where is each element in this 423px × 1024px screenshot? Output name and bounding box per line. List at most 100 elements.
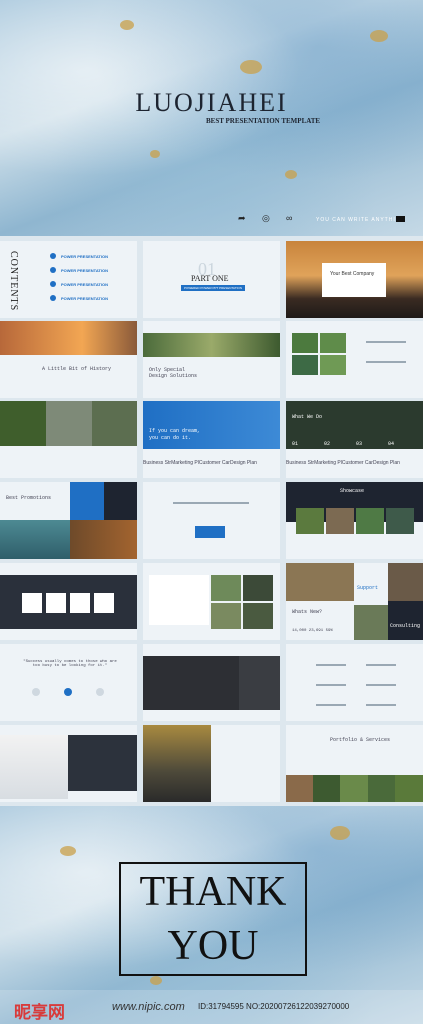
quote-dot — [64, 688, 72, 696]
slide-contents[interactable]: CONTENTS POWER PRESENTATION POWER PRESEN… — [0, 241, 137, 318]
grid-photo — [320, 355, 346, 375]
contents-dot — [50, 281, 56, 287]
whats-new-title: Whats New? — [292, 609, 323, 615]
biz-photo — [243, 603, 273, 629]
gold-fleck — [285, 170, 297, 179]
solutions-title: Only Special Design Solutions — [149, 367, 198, 379]
slide-card-button[interactable] — [143, 482, 280, 559]
text-line — [366, 704, 396, 706]
promotions-title: Best Promotions — [6, 495, 52, 501]
contents-dot — [50, 295, 56, 301]
cover-subtitle: BEST PRESENTATION TEMPLATE — [206, 117, 321, 125]
slide-man-photo[interactable] — [0, 725, 137, 802]
slide-title-grid[interactable] — [286, 644, 423, 721]
text-line — [366, 361, 406, 363]
text-line — [173, 502, 249, 504]
gold-fleck — [150, 150, 160, 158]
target-icon[interactable]: ◎ — [262, 213, 270, 224]
slide-woman-photo[interactable] — [143, 725, 280, 802]
share-icon[interactable]: ➦ — [238, 213, 246, 224]
icon-card — [94, 593, 114, 613]
text-line — [366, 664, 396, 666]
gold-fleck — [370, 30, 388, 42]
slide-dream[interactable]: If you can dream, you can do it. Busines… — [143, 401, 280, 478]
slide-what-we-do[interactable]: What We Do 01 02 03 04 Business StrMarke… — [286, 401, 423, 478]
gold-fleck — [60, 846, 76, 856]
woman-photo — [143, 725, 211, 802]
what-num: 04 — [388, 441, 395, 447]
biz-photo — [211, 575, 241, 601]
cover-title: LUOJIAHEI — [135, 88, 288, 117]
blue-card — [195, 526, 225, 538]
support-photo — [388, 563, 423, 601]
gold-fleck — [120, 20, 134, 30]
man-photo — [0, 735, 68, 799]
slide-showcase[interactable]: Showcase — [286, 482, 423, 559]
watermark-logo: 昵享网 — [14, 1003, 65, 1022]
portfolio-photo — [395, 775, 423, 802]
grid-photo — [292, 333, 318, 353]
slide-quote[interactable]: "Success usually comes to those who are … — [0, 644, 137, 721]
thanks-line1: THANK — [139, 869, 287, 915]
consulting-box — [388, 601, 423, 640]
history-photo — [0, 321, 137, 355]
contents-dot — [50, 253, 56, 259]
slide-dark-cards[interactable] — [0, 563, 137, 640]
solutions-photo — [143, 333, 280, 357]
icon-card — [22, 593, 42, 613]
whats-new-stats: 14,000 23,691 59% — [292, 629, 333, 633]
text-card — [149, 575, 209, 625]
showcase-photo — [296, 508, 324, 534]
gold-fleck — [330, 826, 350, 840]
biz-photo — [243, 575, 273, 601]
watermark-id: ID:31794595 NO:20200726122039270000 — [198, 1002, 350, 1011]
sunset-card — [322, 263, 386, 297]
slide-photo-grid[interactable] — [286, 321, 423, 398]
support-photo — [286, 563, 354, 601]
man-dark-panel — [68, 735, 137, 791]
slide-dark-icons[interactable] — [143, 644, 280, 721]
slide-support[interactable]: Support Whats New? 14,000 23,691 59% Con… — [286, 563, 423, 640]
cover-tagline: YOU CAN WRITE ANYTHING — [316, 217, 406, 223]
promo-photo-tiger — [70, 520, 137, 559]
contents-dot — [50, 267, 56, 273]
strip-photo — [0, 401, 46, 446]
thanks-frame: THANK YOU — [119, 862, 307, 976]
watermark-url: www.nipic.com — [112, 1001, 185, 1013]
what-num: 03 — [356, 441, 363, 447]
quote-dot — [32, 688, 40, 696]
part-caption: POWERED POWER PPT PRESENTATION — [181, 285, 246, 291]
showcase-title: Showcase — [340, 488, 365, 494]
portfolio-photo — [313, 775, 340, 802]
grid-photo — [292, 355, 318, 375]
slide-promotions[interactable]: Best Promotions — [0, 482, 137, 559]
dream-line1: If you can dream, — [149, 428, 201, 434]
dark-photo — [239, 656, 280, 710]
cover-slide: LUOJIAHEI BEST PRESENTATION TEMPLATE ➦ ◎… — [0, 0, 423, 236]
what-panel — [286, 401, 423, 449]
contents-item: POWER PRESENTATION — [61, 254, 108, 259]
showcase-photo — [356, 508, 384, 534]
contents-item: POWER PRESENTATION — [61, 282, 108, 287]
sunset-title: Your Best Company — [330, 271, 375, 277]
slide-business-photos[interactable] — [143, 563, 280, 640]
text-line — [316, 664, 346, 666]
link-icon[interactable]: ∞ — [286, 213, 292, 223]
slide-portfolio[interactable]: Portfolio & Services — [286, 725, 423, 802]
support-photo — [354, 605, 388, 640]
slide-solutions[interactable]: Only Special Design Solutions — [143, 321, 280, 398]
support-title: Support — [357, 585, 379, 591]
what-num: 02 — [324, 441, 331, 447]
part-title: PART ONE — [191, 274, 229, 283]
dream-panel — [143, 401, 280, 449]
slide-sunset[interactable]: Your Best Company — [286, 241, 423, 318]
showcase-photo — [386, 508, 414, 534]
cover-square — [396, 216, 405, 222]
watermark-bar: 昵享网 www.nipic.com ID:31794595 NO:2020072… — [0, 990, 423, 1024]
text-line — [316, 684, 346, 686]
history-title: A Little Bit of History — [42, 366, 112, 372]
slide-part-one[interactable]: 01 PART ONE POWERED POWER PPT PRESENTATI… — [143, 241, 280, 318]
icon-card — [70, 593, 90, 613]
slide-photos-strip[interactable] — [0, 401, 137, 478]
slide-history[interactable]: A Little Bit of History — [0, 321, 137, 398]
